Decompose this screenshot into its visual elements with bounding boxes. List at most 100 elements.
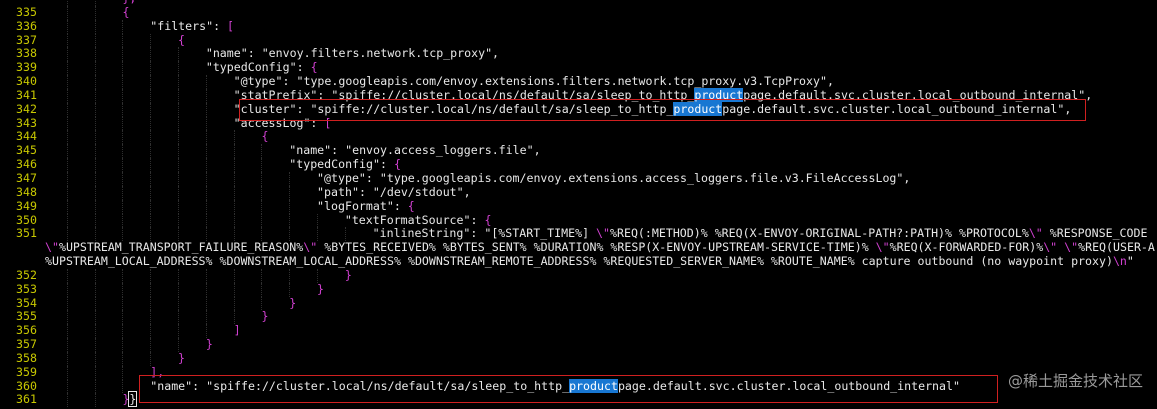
json-string: "type.googleapis.com/envoy.extensions.ac… [379, 170, 904, 185]
code-line[interactable]: 338 "name": "envoy.filters.network.tcp_pr… [0, 46, 1157, 62]
code-line[interactable]: 359], [0, 364, 1157, 380]
line-number: 359 [16, 364, 37, 379]
escape-sequence: \n [1112, 254, 1127, 269]
line-number: 338 [16, 46, 37, 61]
code-line[interactable]: 336 "filters": [ [0, 18, 1157, 34]
bracket-token: ], [150, 364, 165, 379]
code-line[interactable]: 352} [0, 267, 1157, 283]
code-token: , [1064, 101, 1072, 116]
code-text: "name": "envoy.access_loggers.file", [46, 143, 540, 158]
line-number: 354 [16, 295, 37, 310]
line-number: 341 [16, 87, 37, 102]
json-string: "spiffe://cluster.local/ns/default/sa/sl… [331, 87, 695, 102]
escape-sequence: \" [1043, 240, 1058, 255]
json-key: "filters" [150, 18, 214, 33]
search-match-highlight: product [569, 378, 618, 393]
json-string: %RESPONSE_CODE [1042, 226, 1148, 241]
code-line[interactable]: 360 "name": "spiffe://cluster.local/ns/de… [0, 378, 1157, 394]
code-text: ], [46, 364, 165, 380]
bracket-token: { [310, 60, 318, 75]
code-token: : [317, 87, 332, 102]
bracket-token: } [344, 267, 352, 282]
code-line[interactable]: 337 { [0, 32, 1157, 48]
line-number: 346 [16, 157, 37, 172]
code-token: : [296, 101, 311, 116]
line-number: 348 [16, 184, 37, 199]
code-line[interactable]: 351 "inlineString": "[%START_TIME%] \"%RE… [0, 226, 1157, 242]
code-line[interactable]: 355} [0, 309, 1157, 325]
line-number: 345 [16, 143, 37, 158]
code-line[interactable]: 358} [0, 350, 1157, 366]
code-text: "name": "spiffe://cluster.local/ns/defau… [46, 378, 960, 394]
bracket-token: [ [227, 18, 235, 33]
json-key: "name" [289, 143, 332, 158]
code-text: "name": "envoy.filters.network.tcp_proxy… [46, 46, 500, 61]
code-line[interactable]: 346 "typedConfig": { [0, 157, 1157, 172]
line-number: 336 [16, 18, 37, 33]
json-string: "spiffe://cluster.local/ns/default/sa/sl… [310, 101, 674, 116]
code-line[interactable]: 345 "name": "envoy.access_loggers.file", [0, 143, 1157, 159]
code-line[interactable]: 348 "path": "/dev/stdout", [0, 184, 1157, 200]
json-string: %UPSTREAM_TRANSPORT_FAILURE_REASON% [58, 240, 304, 255]
line-number: 355 [16, 309, 37, 324]
line-number: 356 [16, 323, 37, 338]
code-line-wrapped[interactable]: \"%UPSTREAM_TRANSPORT_FAILURE_REASON%\" … [0, 240, 1157, 255]
line-number: 358 [16, 350, 37, 365]
code-line[interactable]: 339 "typedConfig": { [0, 60, 1157, 76]
code-token: : [393, 198, 408, 213]
code-line[interactable]: 342 "cluster": "spiffe://cluster.local/ns… [0, 101, 1157, 117]
code-line[interactable]: 350 "textFormatSource": { [0, 212, 1157, 228]
json-key: "typedConfig" [289, 157, 380, 172]
json-string: "/dev/stdout" [372, 184, 464, 199]
escape-sequence: \" [45, 240, 59, 255]
json-key: "@type" [317, 170, 366, 185]
line-number: 361 [16, 392, 37, 407]
code-line[interactable]: 349 "logFormat": { [0, 198, 1157, 214]
bracket-token: { [393, 157, 401, 172]
json-string: "envoy.access_loggers.file" [345, 143, 534, 158]
code-token: , [826, 74, 834, 89]
bracket-token: ] [233, 323, 241, 338]
code-line[interactable]: 335 { [0, 5, 1157, 20]
code-text: }} [46, 391, 138, 408]
line-number: 347 [16, 170, 37, 185]
code-line[interactable]: 354} [0, 295, 1157, 311]
json-key: "cluster" [233, 101, 297, 116]
code-text: { [46, 5, 129, 20]
code-line[interactable]: 343 "accessLog": [ [0, 115, 1157, 131]
code-token: : [365, 170, 380, 185]
line-number: 337 [16, 32, 37, 47]
escape-sequence: \" [1028, 226, 1043, 241]
code-line[interactable]: 347 "@type": "type.googleapis.com/envoy.e… [0, 170, 1157, 186]
code-text: "@type": "type.googleapis.com/envoy.exte… [46, 74, 834, 89]
code-line[interactable]: 361}} [0, 391, 1157, 408]
code-token: , [492, 46, 500, 61]
json-key: "statPrefix" [233, 87, 318, 102]
code-line[interactable]: 357} [0, 337, 1157, 352]
bracket-token: } [205, 337, 213, 352]
line-number: 350 [16, 212, 37, 227]
code-line[interactable]: 340 "@type": "type.googleapis.com/envoy.e… [0, 74, 1157, 89]
line-number: 353 [16, 281, 37, 296]
code-text: "statPrefix": "spiffe://cluster.local/ns… [46, 87, 1092, 103]
code-text: } [46, 337, 213, 352]
code-token: : [470, 212, 485, 227]
code-token: : [310, 115, 325, 130]
code-text: } [46, 309, 268, 324]
json-key: "textFormatSource" [344, 212, 471, 227]
code-line-wrapped[interactable]: %UPSTREAM_LOCAL_ADDRESS% %DOWNSTREAM_LOC… [0, 254, 1157, 269]
json-key: "inlineString" [372, 226, 471, 241]
bracket-token: [ [324, 115, 332, 130]
code-token: : [247, 46, 262, 61]
code-line[interactable]: 344 { [0, 129, 1157, 145]
code-editor[interactable]: },335{336"filters": [337{338"name": "env… [0, 0, 1157, 408]
code-line[interactable]: 353} [0, 281, 1157, 297]
json-key: "name" [205, 46, 248, 61]
line-number: 344 [16, 129, 37, 144]
code-token: : [470, 226, 485, 241]
code-text: "@type": "type.googleapis.com/envoy.exte… [46, 170, 910, 186]
code-line[interactable]: 341 "statPrefix": "spiffe://cluster.local… [0, 87, 1157, 103]
code-text: %UPSTREAM_LOCAL_ADDRESS% %DOWNSTREAM_LOC… [45, 254, 1134, 269]
code-line[interactable]: 356] [0, 323, 1157, 339]
code-text: "inlineString": "[%START_TIME%] \"%REQ(:… [46, 226, 1148, 241]
